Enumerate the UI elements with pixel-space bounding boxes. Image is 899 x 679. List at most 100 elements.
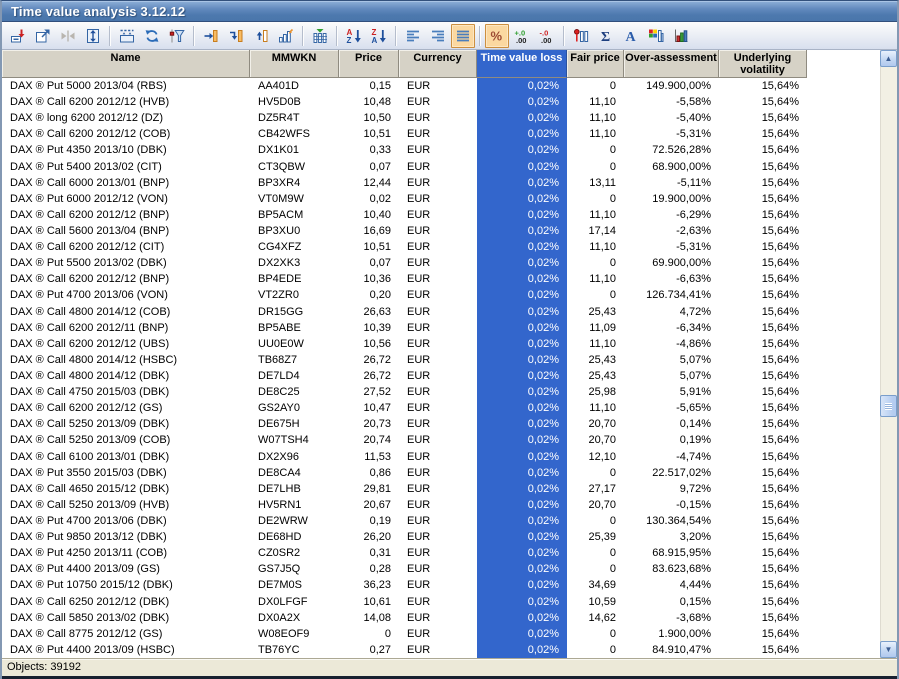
cell-mmwkn[interactable]: DE7M0S bbox=[250, 577, 339, 593]
align-left-icon[interactable] bbox=[401, 24, 425, 48]
cell-time_value_loss[interactable]: 0,02% bbox=[477, 94, 567, 110]
cell-price[interactable]: 10,51 bbox=[339, 239, 399, 255]
cell-name[interactable]: DAX ® Call 5250 2013/09 (COB) bbox=[2, 432, 250, 448]
cell-fair_price[interactable]: 20,70 bbox=[567, 432, 624, 448]
cell-price[interactable]: 20,73 bbox=[339, 416, 399, 432]
insert-column-icon[interactable] bbox=[199, 24, 223, 48]
cell-over_assessment[interactable]: 9,72% bbox=[624, 481, 719, 497]
cell-currency[interactable]: EUR bbox=[399, 400, 477, 416]
cell-underlying_volatility[interactable]: 15,64% bbox=[719, 545, 807, 561]
cell-underlying_volatility[interactable]: 15,64% bbox=[719, 239, 807, 255]
sort-ascending-icon[interactable]: AZ bbox=[342, 24, 366, 48]
cell-time_value_loss[interactable]: 0,02% bbox=[477, 352, 567, 368]
cell-name[interactable]: DAX ® Call 5250 2013/09 (DBK) bbox=[2, 416, 250, 432]
cell-currency[interactable]: EUR bbox=[399, 577, 477, 593]
cell-currency[interactable]: EUR bbox=[399, 432, 477, 448]
cell-currency[interactable]: EUR bbox=[399, 207, 477, 223]
cell-price[interactable]: 0,19 bbox=[339, 513, 399, 529]
cell-over_assessment[interactable]: 5,07% bbox=[624, 368, 719, 384]
cell-time_value_loss[interactable]: 0,02% bbox=[477, 610, 567, 626]
column-header-underlying_volatility[interactable]: Underlying volatility bbox=[719, 50, 807, 78]
cell-over_assessment[interactable]: 68.900,00% bbox=[624, 159, 719, 175]
cell-underlying_volatility[interactable]: 15,64% bbox=[719, 255, 807, 271]
cell-fair_price[interactable]: 0 bbox=[567, 255, 624, 271]
cell-name[interactable]: DAX ® Call 6250 2012/12 (DBK) bbox=[2, 594, 250, 610]
cell-name[interactable]: DAX ® Call 4800 2014/12 (DBK) bbox=[2, 368, 250, 384]
cell-currency[interactable]: EUR bbox=[399, 175, 477, 191]
cell-mmwkn[interactable]: W08EOF9 bbox=[250, 626, 339, 642]
cell-over_assessment[interactable]: -6,29% bbox=[624, 207, 719, 223]
cell-name[interactable]: DAX ® Put 9850 2013/12 (DBK) bbox=[2, 529, 250, 545]
cell-price[interactable]: 10,48 bbox=[339, 94, 399, 110]
cell-underlying_volatility[interactable]: 15,64% bbox=[719, 577, 807, 593]
cell-time_value_loss[interactable]: 0,02% bbox=[477, 271, 567, 287]
cell-time_value_loss[interactable]: 0,02% bbox=[477, 255, 567, 271]
increase-decimal-icon[interactable]: +.0.00 bbox=[510, 24, 534, 48]
cell-underlying_volatility[interactable]: 15,64% bbox=[719, 175, 807, 191]
cell-fair_price[interactable]: 20,70 bbox=[567, 497, 624, 513]
cell-over_assessment[interactable]: 4,44% bbox=[624, 577, 719, 593]
cell-mmwkn[interactable]: BP3XR4 bbox=[250, 175, 339, 191]
column-header-price[interactable]: Price bbox=[339, 50, 399, 78]
cell-over_assessment[interactable]: 0,15% bbox=[624, 594, 719, 610]
cell-time_value_loss[interactable]: 0,02% bbox=[477, 78, 567, 94]
cell-currency[interactable]: EUR bbox=[399, 465, 477, 481]
cell-name[interactable]: DAX ® Put 4250 2013/11 (COB) bbox=[2, 545, 250, 561]
cell-mmwkn[interactable]: DR15GG bbox=[250, 304, 339, 320]
cell-time_value_loss[interactable]: 0,02% bbox=[477, 110, 567, 126]
cell-mmwkn[interactable]: HV5D0B bbox=[250, 94, 339, 110]
cell-mmwkn[interactable]: CT3QBW bbox=[250, 159, 339, 175]
cell-name[interactable]: DAX ® Call 5600 2013/04 (BNP) bbox=[2, 223, 250, 239]
cell-mmwkn[interactable]: DE2WRW bbox=[250, 513, 339, 529]
cell-price[interactable]: 0,27 bbox=[339, 642, 399, 658]
cell-fair_price[interactable]: 25,43 bbox=[567, 304, 624, 320]
cell-fair_price[interactable]: 11,10 bbox=[567, 271, 624, 287]
cell-name[interactable]: DAX ® Put 4400 2013/09 (GS) bbox=[2, 561, 250, 577]
cell-time_value_loss[interactable]: 0,02% bbox=[477, 223, 567, 239]
cell-mmwkn[interactable]: UU0E0W bbox=[250, 336, 339, 352]
cell-mmwkn[interactable]: DE8CA4 bbox=[250, 465, 339, 481]
cell-price[interactable]: 27,52 bbox=[339, 384, 399, 400]
cell-mmwkn[interactable]: BP3XU0 bbox=[250, 223, 339, 239]
cell-mmwkn[interactable]: GS2AY0 bbox=[250, 400, 339, 416]
cell-mmwkn[interactable]: DX0LFGF bbox=[250, 594, 339, 610]
cell-time_value_loss[interactable]: 0,02% bbox=[477, 416, 567, 432]
cell-underlying_volatility[interactable]: 15,64% bbox=[719, 561, 807, 577]
cell-over_assessment[interactable]: 149.900,00% bbox=[624, 78, 719, 94]
cell-time_value_loss[interactable]: 0,02% bbox=[477, 545, 567, 561]
cell-time_value_loss[interactable]: 0,02% bbox=[477, 577, 567, 593]
cell-currency[interactable]: EUR bbox=[399, 255, 477, 271]
cell-currency[interactable]: EUR bbox=[399, 626, 477, 642]
cell-time_value_loss[interactable]: 0,02% bbox=[477, 561, 567, 577]
scroll-up-icon[interactable]: ▲ bbox=[880, 50, 897, 67]
cell-underlying_volatility[interactable]: 15,64% bbox=[719, 304, 807, 320]
cell-price[interactable]: 0 bbox=[339, 626, 399, 642]
cell-mmwkn[interactable]: CZ0SR2 bbox=[250, 545, 339, 561]
cell-price[interactable]: 0,33 bbox=[339, 142, 399, 158]
column-header-mmwkn[interactable]: MMWKN bbox=[250, 50, 339, 78]
cell-mmwkn[interactable]: W07TSH4 bbox=[250, 432, 339, 448]
cell-price[interactable]: 14,08 bbox=[339, 610, 399, 626]
value-marker-icon[interactable] bbox=[569, 24, 593, 48]
cell-over_assessment[interactable]: 126.734,41% bbox=[624, 287, 719, 303]
histogram-insert-icon[interactable] bbox=[274, 24, 298, 48]
cell-over_assessment[interactable]: 83.623,68% bbox=[624, 561, 719, 577]
cell-currency[interactable]: EUR bbox=[399, 94, 477, 110]
cell-over_assessment[interactable]: -6,63% bbox=[624, 271, 719, 287]
cell-over_assessment[interactable]: -4,86% bbox=[624, 336, 719, 352]
cell-underlying_volatility[interactable]: 15,64% bbox=[719, 481, 807, 497]
cell-underlying_volatility[interactable]: 15,64% bbox=[719, 432, 807, 448]
cell-mmwkn[interactable]: DE675H bbox=[250, 416, 339, 432]
cell-over_assessment[interactable]: 4,72% bbox=[624, 304, 719, 320]
cell-price[interactable]: 10,56 bbox=[339, 336, 399, 352]
cell-price[interactable]: 20,74 bbox=[339, 432, 399, 448]
cell-fair_price[interactable]: 25,39 bbox=[567, 529, 624, 545]
cell-fair_price[interactable]: 34,69 bbox=[567, 577, 624, 593]
cell-fair_price[interactable]: 0 bbox=[567, 159, 624, 175]
cell-currency[interactable]: EUR bbox=[399, 561, 477, 577]
cell-name[interactable]: DAX ® Call 6200 2012/12 (GS) bbox=[2, 400, 250, 416]
cell-underlying_volatility[interactable]: 15,64% bbox=[719, 320, 807, 336]
cell-name[interactable]: DAX ® Put 5400 2013/02 (CIT) bbox=[2, 159, 250, 175]
cell-time_value_loss[interactable]: 0,02% bbox=[477, 287, 567, 303]
cell-currency[interactable]: EUR bbox=[399, 594, 477, 610]
